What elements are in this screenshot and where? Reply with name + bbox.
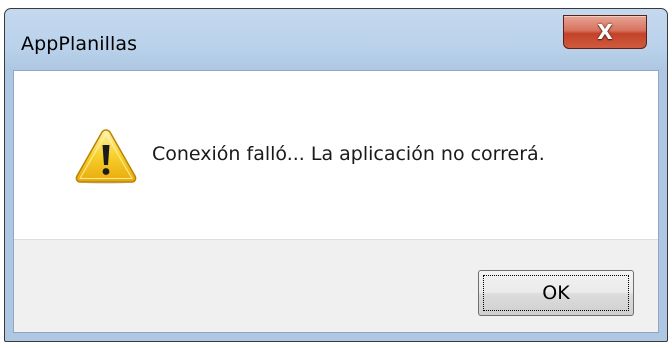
button-bar: OK (14, 239, 658, 332)
ok-button[interactable]: OK (478, 270, 634, 316)
dialog-window: AppPlanillas X Conexión falló... La apli… (4, 8, 668, 342)
close-button[interactable]: X (563, 15, 647, 49)
ok-button-label: OK (542, 282, 570, 304)
message-area: Conexión falló... La aplicación no corre… (14, 71, 658, 239)
title-bar[interactable]: AppPlanillas X (5, 9, 667, 69)
window-title: AppPlanillas (21, 33, 138, 55)
message-text: Conexión falló... La aplicación no corre… (152, 143, 545, 165)
dialog-body: Conexión falló... La aplicación no corre… (13, 70, 659, 333)
warning-icon (75, 129, 137, 184)
close-icon: X (597, 20, 613, 44)
